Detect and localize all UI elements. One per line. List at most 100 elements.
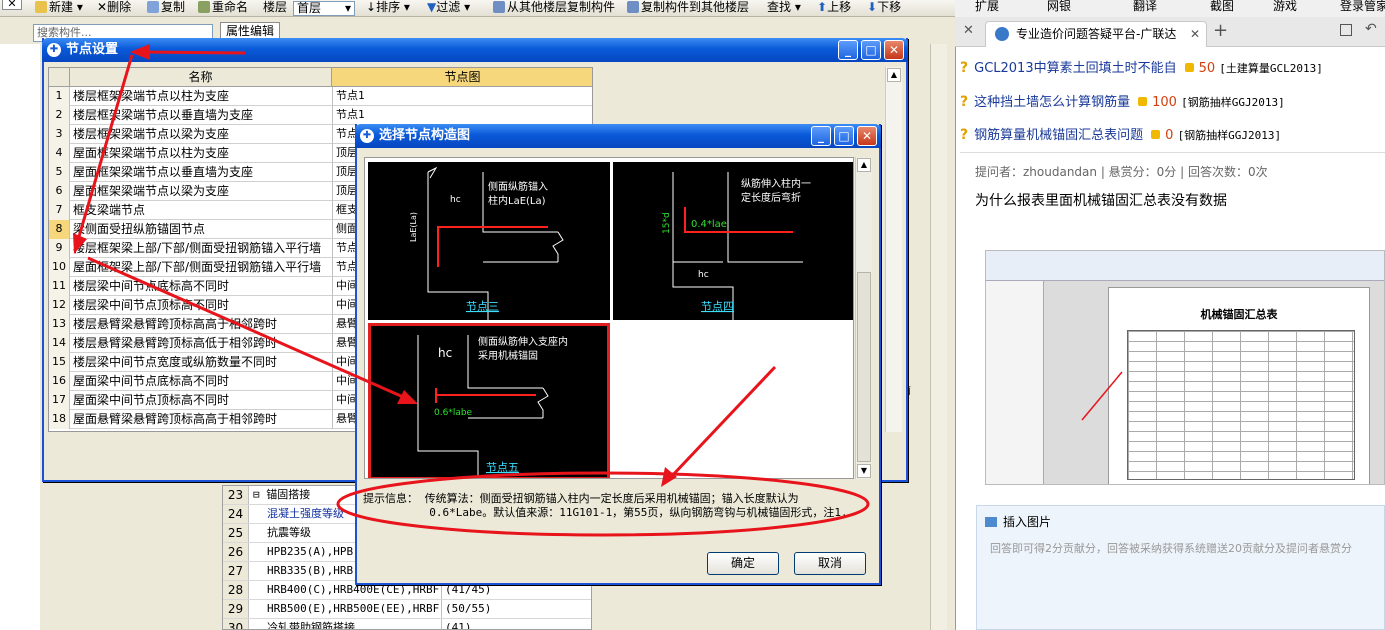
new-icon bbox=[35, 1, 47, 13]
row-number: 17 bbox=[49, 391, 70, 410]
scrollbar[interactable]: ▲ bbox=[885, 67, 902, 432]
node-three-diagram[interactable]: 侧面纵筋锚入 柱内LaE(La) hc LaE(La) 节点三 bbox=[368, 162, 610, 320]
coin-icon bbox=[1184, 63, 1194, 72]
row-name: 楼层框架梁端节点以垂直墙为支座 bbox=[73, 108, 254, 122]
row-number: 5 bbox=[49, 163, 70, 182]
table-row[interactable]: 29 HRB500(E),HRB500E(EE),HRBF (50/55) bbox=[223, 600, 591, 619]
table-row[interactable]: 1 楼层框架梁端节点以柱为支座 节点1 bbox=[49, 87, 592, 106]
row-number: 8 bbox=[49, 220, 70, 239]
scrollbar[interactable]: ▲ ▼ bbox=[855, 157, 872, 479]
screenshot-report-page: 机械锚固汇总表 bbox=[1108, 287, 1370, 484]
table-row[interactable]: 2 楼层框架梁端节点以垂直墙为支座 节点1 bbox=[49, 106, 592, 125]
delete-icon: ✕ bbox=[97, 0, 108, 14]
maximize-button[interactable]: □ bbox=[861, 40, 881, 60]
row-number: 11 bbox=[49, 277, 70, 296]
copy-to-floor-button[interactable]: 复制构件到其他楼层 bbox=[627, 0, 749, 17]
scroll-up-icon[interactable]: ▲ bbox=[857, 158, 871, 172]
tab-list-icon[interactable] bbox=[1340, 24, 1352, 36]
row-number: 9 bbox=[49, 239, 70, 258]
question-item[interactable]: ? GCL2013中算素土回填土时不能自 50 [土建算量GCL2013] bbox=[960, 57, 1323, 79]
svg-text:0.6*labe: 0.6*labe bbox=[434, 408, 473, 418]
rename-button[interactable]: 重命名 bbox=[198, 0, 248, 17]
scrollbar[interactable] bbox=[930, 44, 947, 630]
move-down-button[interactable]: ⬇下移 bbox=[867, 0, 901, 17]
sort-button[interactable]: ↓排序 ▾ bbox=[366, 0, 410, 17]
hint-info: 提示信息： 传统算法：侧面受扭钢筋锚入柱内一定长度后采用机械锚固；锚入长度默认为… bbox=[363, 492, 848, 519]
choose-node-titlebar[interactable]: ✚ 选择节点构造图 _ □ ✕ bbox=[355, 124, 881, 148]
copy-from-floor-button[interactable]: 从其他楼层复制构件 bbox=[493, 0, 615, 17]
delete-button[interactable]: ✕删除 bbox=[97, 0, 131, 17]
bookmark-item[interactable]: 截图 bbox=[1210, 0, 1234, 14]
filter-button[interactable]: ▼过滤 ▾ bbox=[427, 0, 470, 17]
bookmark-item[interactable]: 游戏 bbox=[1273, 0, 1297, 14]
scroll-down-icon[interactable]: ▼ bbox=[857, 464, 871, 478]
new-tab-icon[interactable]: + bbox=[1213, 20, 1228, 41]
svg-text:节点三: 节点三 bbox=[466, 300, 499, 313]
row-name: 楼层梁中间节点底标高不同时 bbox=[73, 279, 230, 293]
app-icon: ✚ bbox=[47, 43, 61, 57]
browser-active-tab[interactable]: 专业造价问题答疑平台-广联达 ✕ bbox=[985, 21, 1207, 47]
copy-button[interactable]: 复制 bbox=[147, 0, 185, 17]
bookmark-bar: 扩展 网银 翻译 截图 游戏 登录管家 bbox=[955, 0, 1385, 17]
question-item[interactable]: ? 钢筋算量机械锚固汇总表问题 0 [钢筋抽样GGJ2013] bbox=[960, 124, 1281, 146]
screenshot-sidebar bbox=[986, 281, 1044, 484]
close-icon[interactable]: ✕ bbox=[963, 23, 974, 38]
row-name: 屋面框架梁端节点以柱为支座 bbox=[73, 146, 230, 160]
minimize-button[interactable]: _ bbox=[838, 40, 858, 60]
scroll-thumb[interactable] bbox=[857, 272, 871, 462]
svg-text:节点五: 节点五 bbox=[486, 461, 519, 474]
row-name: 屋面框架梁端节点以梁为支座 bbox=[73, 184, 230, 198]
bookmark-item[interactable]: 网银 bbox=[1047, 0, 1071, 14]
find-button[interactable]: 查找 ▾ bbox=[767, 0, 801, 17]
row-number: 13 bbox=[49, 315, 70, 334]
coin-icon bbox=[1138, 97, 1148, 106]
answer-input[interactable]: 回答即可得2分贡献分，回答被采纳获得系统赠送20贡献分及提问者悬赏分 bbox=[990, 540, 1385, 556]
node-three-drawing: 侧面纵筋锚入 柱内LaE(La) hc LaE(La) 节点三 bbox=[409, 166, 564, 320]
svg-text:hc: hc bbox=[450, 195, 461, 205]
bookmark-item[interactable]: 登录管家 bbox=[1340, 0, 1385, 14]
row-name: 屋面框架梁端节点以垂直墙为支座 bbox=[73, 165, 254, 179]
svg-text:LaE(La): LaE(La) bbox=[409, 212, 418, 242]
svg-text:0.4*lae: 0.4*lae bbox=[691, 219, 727, 230]
component-tree-panel bbox=[0, 44, 40, 630]
close-x-icon[interactable]: ✕ bbox=[2, 0, 22, 10]
node-diagram-list: 侧面纵筋锚入 柱内LaE(La) hc LaE(La) 节点三 纵筋伸入柱内一 … bbox=[364, 157, 854, 479]
row-name: 楼层框架梁端节点以梁为支座 bbox=[73, 127, 230, 141]
arrow-up-icon: ⬆ bbox=[817, 0, 828, 14]
new-button[interactable]: 新建 ▾ bbox=[35, 0, 83, 17]
floor-select[interactable]: 首层 ▾ bbox=[293, 1, 355, 16]
question-item[interactable]: ? 这种挡土墙怎么计算钢筋量 100 [钢筋抽样GGJ2013] bbox=[960, 91, 1285, 113]
undo-icon[interactable]: ↶ bbox=[1365, 21, 1377, 37]
row-name: 屋面框架梁上部/下部/侧面受扭钢筋锚入平行墙 bbox=[73, 260, 322, 274]
screenshot-toolbar bbox=[986, 251, 1384, 281]
question-screenshot[interactable]: 机械锚固汇总表 bbox=[985, 250, 1385, 485]
move-up-button[interactable]: ⬆上移 bbox=[817, 0, 851, 17]
table-row[interactable]: 30 冷轧带肋钢筋搭接 (41) bbox=[223, 619, 591, 629]
question-body: 为什么报表里面机械锚固汇总表没有数据 bbox=[975, 193, 1227, 209]
scroll-up-icon[interactable]: ▲ bbox=[887, 68, 901, 82]
row-number: 15 bbox=[49, 353, 70, 372]
node-settings-titlebar[interactable]: ✚ 节点设置 _ □ ✕ bbox=[42, 38, 908, 62]
svg-text:柱内LaE(La): 柱内LaE(La) bbox=[488, 194, 546, 207]
copy-icon bbox=[147, 1, 159, 13]
ok-button[interactable]: 确定 bbox=[707, 552, 779, 575]
close-tab-icon[interactable]: ✕ bbox=[1190, 22, 1200, 46]
question-icon: ? bbox=[960, 60, 969, 76]
close-button[interactable]: ✕ bbox=[857, 126, 877, 146]
maximize-button[interactable]: □ bbox=[834, 126, 854, 146]
row-number: 2 bbox=[49, 106, 70, 125]
close-button[interactable]: ✕ bbox=[884, 40, 904, 60]
node-four-diagram[interactable]: 纵筋伸入柱内一 定长度后弯折 0.4*lae 15*d hc 节点四 bbox=[613, 162, 853, 320]
question-icon: ? bbox=[960, 94, 969, 110]
row-name: 楼层框架梁端节点以柱为支座 bbox=[73, 89, 230, 103]
node-five-diagram[interactable]: 侧面纵筋伸入支座内 采用机械锚固 hc 0.6*labe 节点五 bbox=[368, 323, 610, 478]
insert-image-button[interactable]: 插入图片 bbox=[985, 513, 1051, 530]
bookmark-item[interactable]: 扩展 bbox=[975, 0, 999, 14]
image-icon bbox=[985, 517, 997, 527]
row-name: 框支梁端节点 bbox=[73, 203, 146, 217]
cancel-button[interactable]: 取消 bbox=[794, 552, 866, 575]
bookmark-item[interactable]: 翻译 bbox=[1133, 0, 1157, 14]
svg-text:纵筋伸入柱内一: 纵筋伸入柱内一 bbox=[741, 177, 811, 190]
svg-text:侧面纵筋锚入: 侧面纵筋锚入 bbox=[488, 180, 548, 193]
minimize-button[interactable]: _ bbox=[811, 126, 831, 146]
